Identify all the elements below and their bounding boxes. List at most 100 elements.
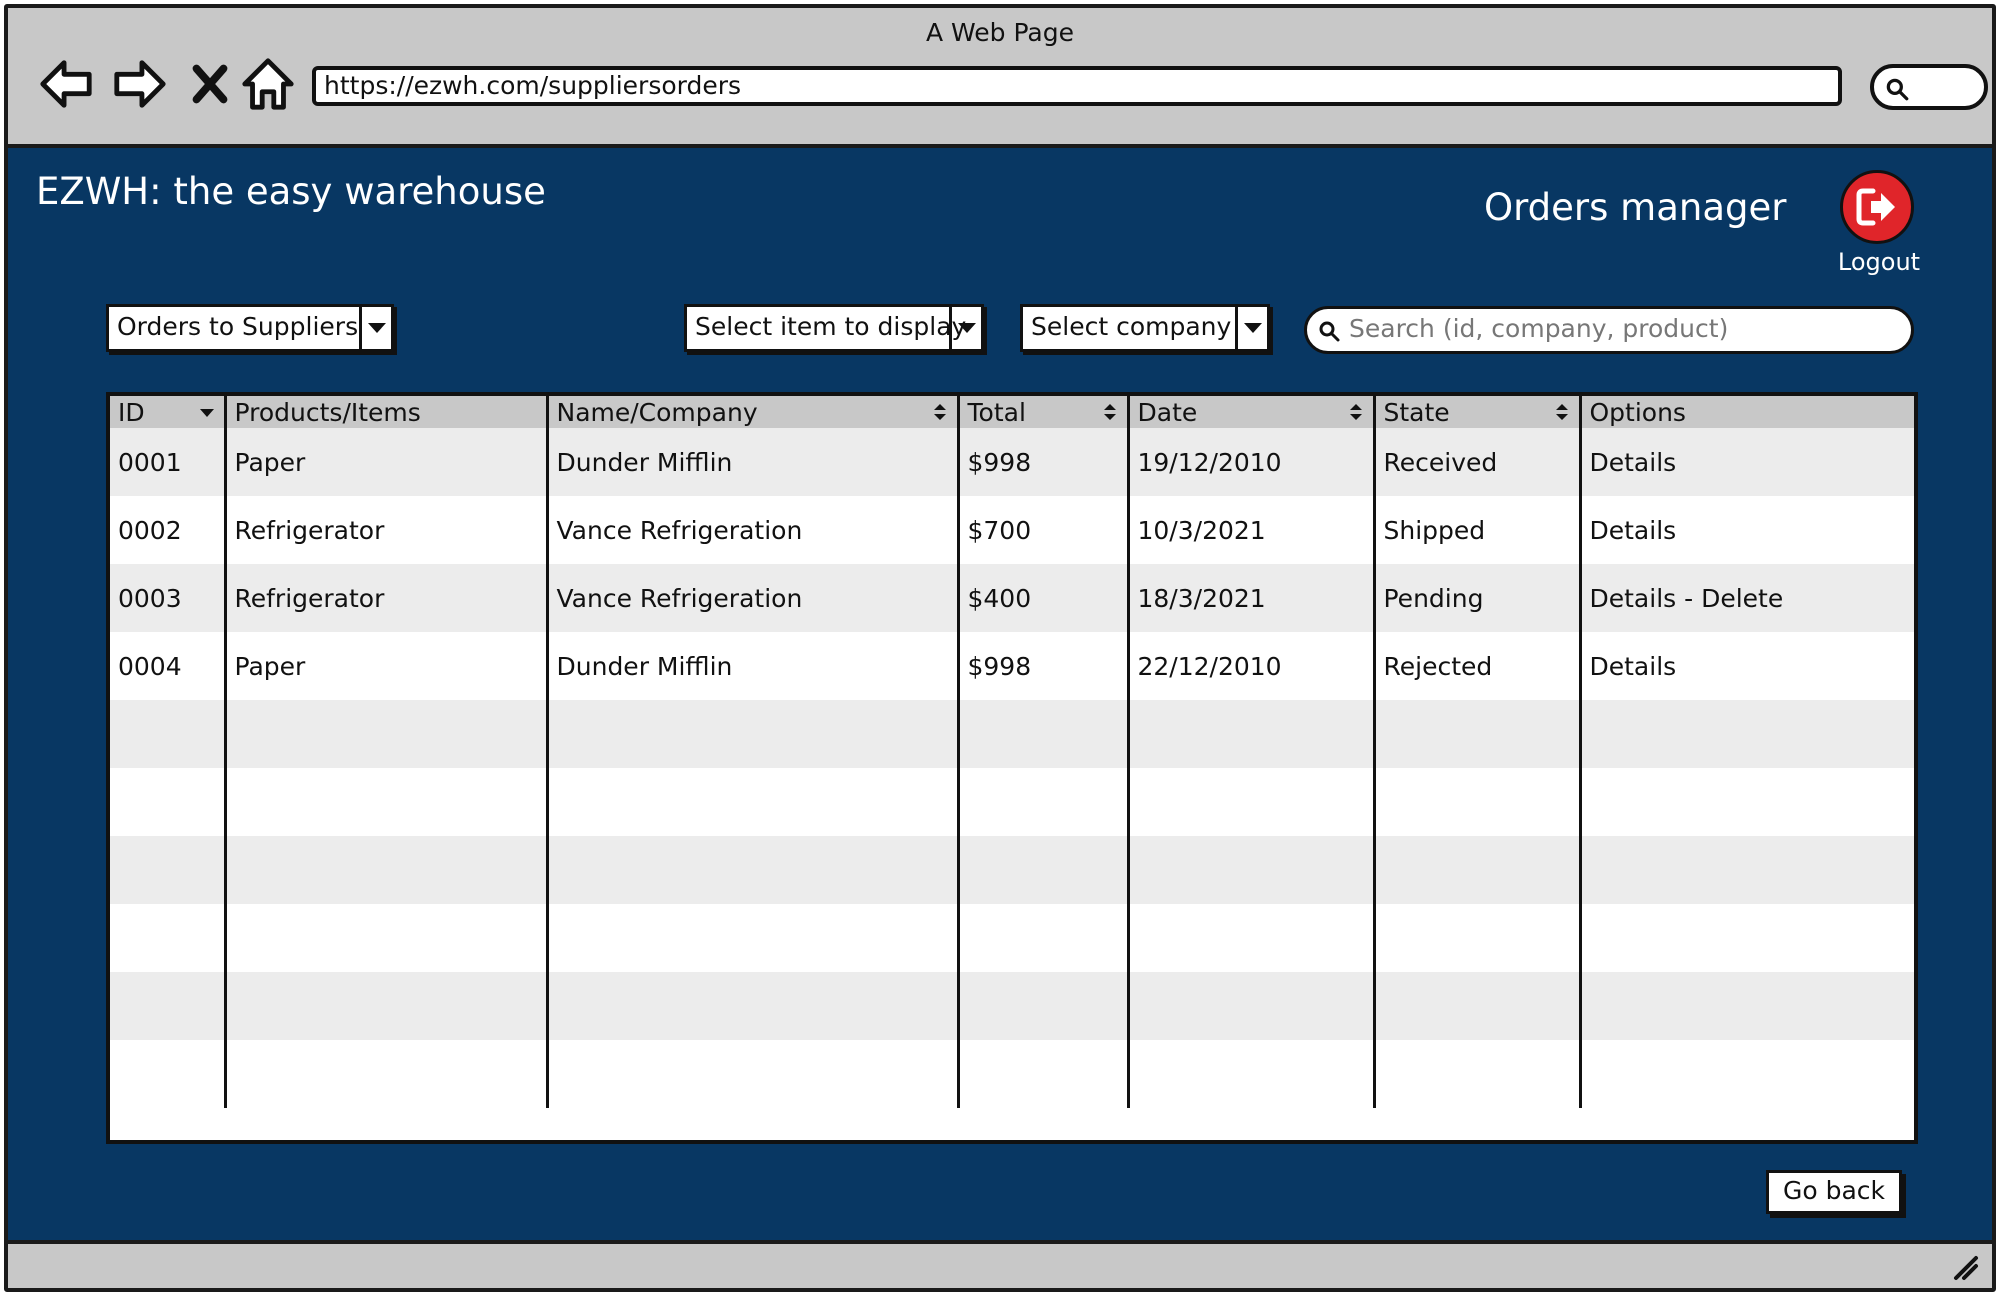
cell-date <box>1128 700 1376 768</box>
logout-label[interactable]: Logout <box>1834 248 1924 276</box>
browser-window: A Web Page https://ezwh.com/suppliersord… <box>4 4 1996 1292</box>
logout-button[interactable] <box>1840 170 1914 244</box>
cell-product <box>225 836 549 904</box>
table-header-row: ID Products/Items Name/Company Total Dat… <box>110 396 1914 428</box>
cell-options <box>1580 700 1914 768</box>
cell-id <box>110 768 227 836</box>
column-header-id[interactable]: ID <box>110 396 227 428</box>
cell-date: 10/3/2021 <box>1128 496 1376 564</box>
cell-id: 0001 <box>110 428 227 496</box>
chevron-down-icon[interactable] <box>359 307 391 349</box>
orders-type-value: Orders to Suppliers <box>117 312 359 341</box>
cell-state: Received <box>1374 428 1582 496</box>
table-row <box>110 700 1914 768</box>
cell-company <box>547 836 960 904</box>
cell-options <box>1580 836 1914 904</box>
table-row <box>110 904 1914 972</box>
orders-table: ID Products/Items Name/Company Total Dat… <box>106 392 1918 1144</box>
cell-company <box>547 1040 960 1108</box>
table-row <box>110 972 1914 1040</box>
sort-icon[interactable] <box>1553 402 1571 422</box>
browser-chrome: A Web Page https://ezwh.com/suppliersord… <box>8 8 1992 148</box>
cell-total: $998 <box>958 632 1130 700</box>
cell-total: $998 <box>958 428 1130 496</box>
cell-date: 22/12/2010 <box>1128 632 1376 700</box>
cell-state <box>1374 904 1582 972</box>
cell-product <box>225 972 549 1040</box>
cell-product <box>225 1040 549 1108</box>
cell-date <box>1128 768 1376 836</box>
resize-grip-icon[interactable] <box>1950 1252 1980 1282</box>
status-bar <box>8 1240 1992 1288</box>
cell-date <box>1128 904 1376 972</box>
cell-state <box>1374 1040 1582 1108</box>
cell-date <box>1128 1040 1376 1108</box>
cell-total <box>958 836 1130 904</box>
cell-company: Dunder Mifflin <box>547 632 960 700</box>
cell-state: Rejected <box>1374 632 1582 700</box>
table-row <box>110 768 1914 836</box>
address-bar[interactable]: https://ezwh.com/suppliersorders <box>312 66 1842 106</box>
cell-company: Dunder Mifflin <box>547 428 960 496</box>
column-header-state[interactable]: State <box>1374 396 1582 428</box>
page-title: Orders manager <box>1484 186 1787 229</box>
item-select-dropdown[interactable]: Select item to display <box>684 304 984 352</box>
sort-icon[interactable] <box>1101 402 1119 422</box>
cell-options[interactable]: Details - Delete <box>1580 564 1914 632</box>
back-icon[interactable] <box>34 52 98 116</box>
sort-icon[interactable] <box>931 402 949 422</box>
app-content: EZWH: the easy warehouse Orders manager … <box>8 148 1992 1248</box>
cell-total <box>958 1040 1130 1108</box>
chevron-down-icon[interactable] <box>949 307 981 349</box>
cell-options[interactable]: Details <box>1580 496 1914 564</box>
column-header-products: Products/Items <box>225 396 549 428</box>
search-icon <box>1319 321 1340 342</box>
table-row: 0003 Refrigerator Vance Refrigeration $400 1… <box>110 564 1914 632</box>
table-row: 0002 Refrigerator Vance Refrigeration $700 1… <box>110 496 1914 564</box>
cell-options[interactable]: Details <box>1580 428 1914 496</box>
sort-icon[interactable] <box>1347 402 1365 422</box>
cell-state: Shipped <box>1374 496 1582 564</box>
cell-company <box>547 972 960 1040</box>
column-header-date[interactable]: Date <box>1128 396 1376 428</box>
column-header-total[interactable]: Total <box>958 396 1130 428</box>
browser-search[interactable] <box>1870 64 1988 110</box>
cell-state: Pending <box>1374 564 1582 632</box>
cell-state <box>1374 700 1582 768</box>
cell-date: 19/12/2010 <box>1128 428 1376 496</box>
table-row: 0004 Paper Dunder Mifflin $998 22/12/2010 Rej… <box>110 632 1914 700</box>
cell-total: $400 <box>958 564 1130 632</box>
go-back-button[interactable]: Go back <box>1766 1170 1902 1214</box>
cell-options <box>1580 1040 1914 1108</box>
table-row <box>110 836 1914 904</box>
column-header-company[interactable]: Name/Company <box>547 396 960 428</box>
stop-icon[interactable] <box>178 52 242 116</box>
cell-product <box>225 904 549 972</box>
cell-id <box>110 836 227 904</box>
table-row: 0001 Paper Dunder Mifflin $998 19/12/2010 Rec… <box>110 428 1914 496</box>
cell-options <box>1580 904 1914 972</box>
company-select-dropdown[interactable]: Select company <box>1020 304 1270 352</box>
cell-date <box>1128 972 1376 1040</box>
app-title: EZWH: the easy warehouse <box>36 170 546 213</box>
sort-desc-icon[interactable] <box>198 402 216 422</box>
cell-product <box>225 768 549 836</box>
logout-icon <box>1856 188 1895 226</box>
cell-company <box>547 700 960 768</box>
table-body: 0001 Paper Dunder Mifflin $998 19/12/2010 Rec… <box>110 428 1914 1108</box>
chevron-down-icon[interactable] <box>1235 307 1267 349</box>
home-icon[interactable] <box>236 52 300 116</box>
cell-options[interactable]: Details <box>1580 632 1914 700</box>
cell-total <box>958 904 1130 972</box>
forward-icon[interactable] <box>108 52 172 116</box>
cell-company <box>547 904 960 972</box>
orders-type-dropdown[interactable]: Orders to Suppliers <box>106 304 394 352</box>
cell-options <box>1580 972 1914 1040</box>
cell-state <box>1374 836 1582 904</box>
search-input[interactable]: Search (id, company, product) <box>1304 306 1914 354</box>
cell-product: Refrigerator <box>225 564 549 632</box>
cell-state <box>1374 768 1582 836</box>
cell-company: Vance Refrigeration <box>547 496 960 564</box>
cell-total <box>958 972 1130 1040</box>
cell-product <box>225 700 549 768</box>
